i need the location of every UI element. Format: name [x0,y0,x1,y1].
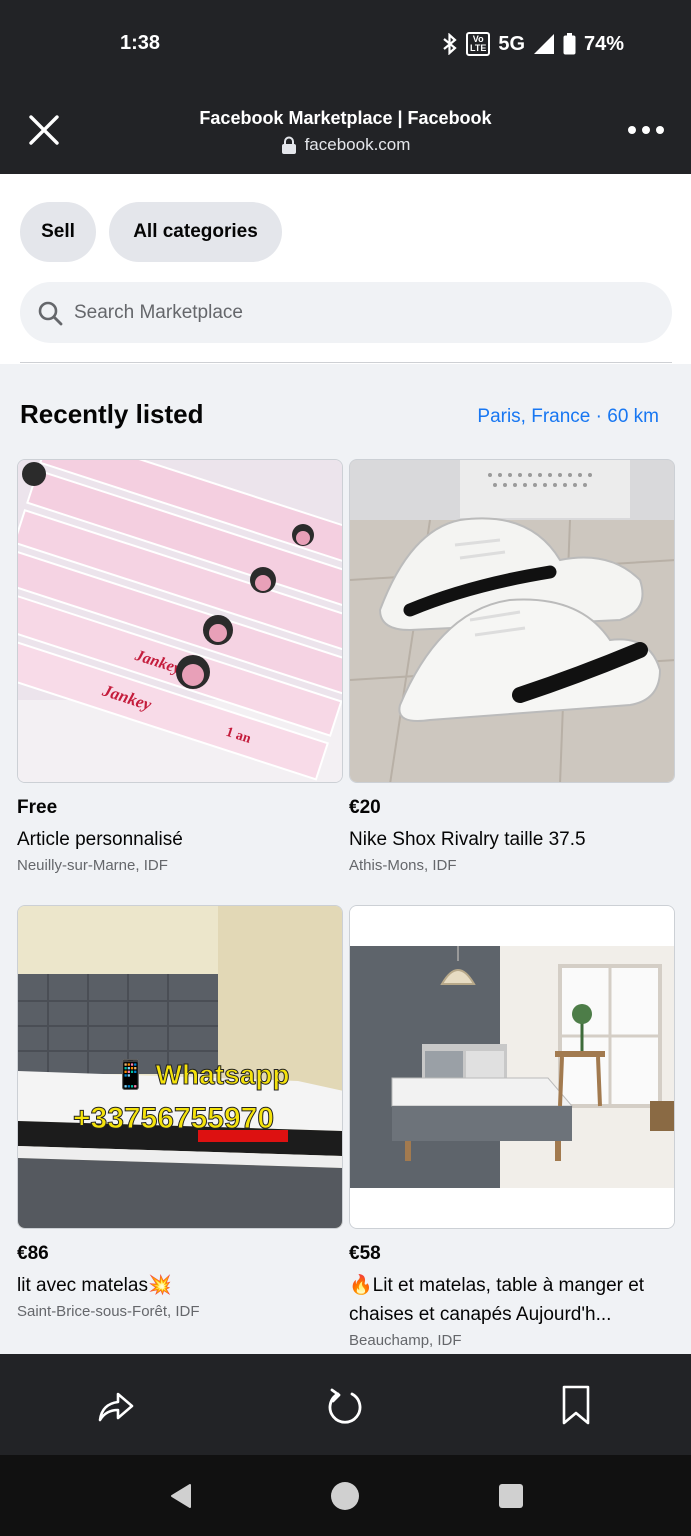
listing-card[interactable]: Jankey Jankey 1 an Free Article personna… [17,459,343,874]
listing-card[interactable]: €20 Nike Shox Rivalry taille 37.5 Athis-… [349,459,675,874]
listing-location: Saint-Brice-sous-Forêt, IDF [17,1303,200,1320]
listing-image[interactable] [349,905,675,1229]
listing-price: €86 [17,1243,49,1264]
listing-location: Beauchamp, IDF [349,1332,462,1349]
sell-button[interactable]: Sell [20,202,96,262]
header-divider [20,362,672,363]
sneakers-photo [350,460,674,782]
status-time: 1:38 [120,32,161,54]
network-type: 5G [498,32,526,55]
svg-text:+33756755970: +33756755970 [73,1102,274,1135]
listing-price: €58 [349,1243,381,1264]
more-icon[interactable] [626,120,666,140]
system-navigation-bar [0,1455,691,1536]
url-display[interactable]: facebook.com [140,135,551,155]
bedroom-photo [350,906,674,1228]
section-title: Recently listed [20,399,204,429]
close-icon[interactable] [26,112,62,148]
browser-bar: Facebook Marketplace | Facebook facebook… [0,90,691,264]
listing-location: Neuilly-sur-Marne, IDF [17,857,168,874]
share-icon[interactable] [94,1384,136,1426]
listing-card[interactable]: €58 🔥Lit et matelas, table à manger et c… [349,905,675,1349]
search-bar[interactable]: Search Marketplace [20,282,672,343]
recents-icon[interactable] [498,1483,524,1509]
battery-icon [563,33,576,55]
home-icon[interactable] [330,1481,360,1511]
bluetooth-icon [443,33,457,55]
battery-level: 74% [584,32,625,55]
signal-icon [534,34,555,54]
bookmark-icon[interactable] [555,1384,597,1426]
listing-image[interactable]: Jankey Jankey 1 an [17,459,343,783]
reload-icon[interactable] [324,1384,366,1426]
status-bar: 1:38 Vo LTE 5G 74% [0,0,691,90]
lock-icon [281,136,296,154]
listing-title: lit avec matelas💥 [17,1275,172,1296]
location-filter[interactable]: Paris, France · 60 km [477,406,659,428]
listing-card[interactable]: 📱 Whatsapp +33756755970 €86 lit avec mat… [17,905,343,1320]
listing-price: Free [17,797,58,818]
all-categories-button[interactable]: All categories [109,202,282,262]
bed-photo: 📱 Whatsapp +33756755970 [18,906,342,1228]
volte-icon: Vo LTE [466,32,491,56]
listing-title: Nike Shox Rivalry taille 37.5 [349,829,586,850]
status-icons: Vo LTE 5G 74% [442,30,624,58]
listing-title: 🔥Lit et matelas, table à manger et chais… [349,1275,645,1325]
party-favor-photo: Jankey Jankey 1 an [18,460,342,782]
listing-price: €20 [349,797,381,818]
listing-title: Article personnalisé [17,829,183,850]
url-text: facebook.com [304,135,411,154]
search-icon [38,301,63,325]
back-icon[interactable] [166,1482,194,1510]
browser-toolbar [0,1354,691,1455]
marketplace-header: Sell All categories Search Marketplace [0,174,691,364]
svg-text:📱 Whatsapp: 📱 Whatsapp [113,1058,289,1091]
listing-location: Athis-Mons, IDF [349,857,457,874]
listing-image[interactable] [349,459,675,783]
listing-image[interactable]: 📱 Whatsapp +33756755970 [17,905,343,1229]
search-input[interactable]: Search Marketplace [74,302,243,324]
page-title: Facebook Marketplace | Facebook [199,108,492,128]
